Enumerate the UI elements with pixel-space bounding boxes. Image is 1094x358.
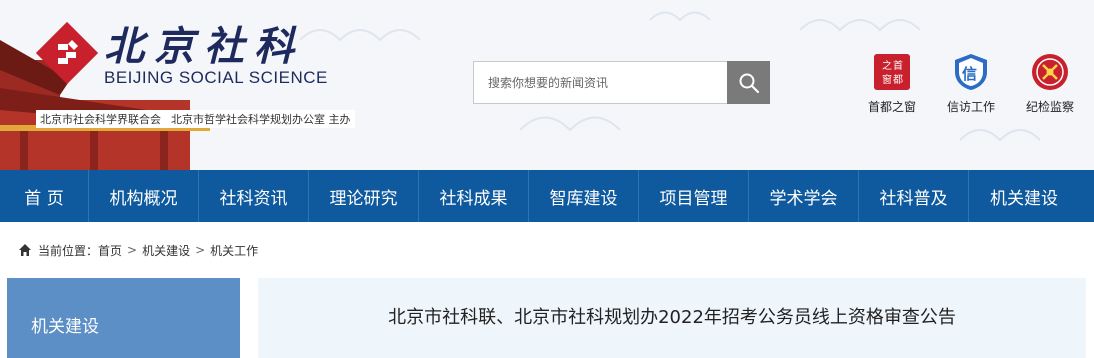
- svg-text:之: 之: [882, 59, 892, 72]
- host-org-planning-office: 北京市哲学社会科学规划办公室 主办: [171, 113, 351, 126]
- nav-item-institution[interactable]: 机构概况: [89, 170, 199, 222]
- search-input[interactable]: [473, 61, 727, 104]
- quick-link-label: 首都之窗: [867, 100, 916, 114]
- discipline-icon: [1032, 54, 1068, 90]
- petition-icon: 信: [955, 54, 987, 90]
- home-icon: [19, 244, 31, 256]
- search-button[interactable]: [727, 61, 770, 104]
- svg-text:信: 信: [962, 65, 977, 83]
- quick-link-capital-window[interactable]: 之 首 窗 都 首都之窗: [862, 52, 922, 115]
- article-panel: 北京市社科联、北京市社科规划办2022年招考公务员线上资格审查公告: [258, 278, 1086, 358]
- breadcrumb: 当前位置： 首页 > 机关建设 > 机关工作: [18, 240, 258, 260]
- breadcrumb-link-organ-work[interactable]: 机关工作: [210, 242, 258, 259]
- sidebar: 机关建设: [7, 278, 240, 358]
- capital-window-icon: 之 首 窗 都: [874, 54, 910, 90]
- main-navigation: 首 页 机构概况 社科资讯 理论研究 社科成果 智库建设 项目管理 学术学会 社…: [0, 170, 1094, 222]
- host-organizations: 北京市社会科学界联合会 北京市哲学社会科学规划办公室 主办: [36, 110, 355, 128]
- quick-link-label: 信访工作: [946, 100, 995, 114]
- site-logo-icon: [36, 22, 98, 84]
- nav-item-achievements[interactable]: 社科成果: [419, 170, 529, 222]
- nav-item-home[interactable]: 首 页: [0, 170, 89, 222]
- logo-english-wordmark: BEIJING SOCIAL SCIENCE: [104, 68, 328, 87]
- logo-chinese-wordmark: 北京社科: [104, 23, 304, 70]
- quick-link-label: 纪检监察: [1025, 100, 1074, 114]
- page: 北京社科 BEIJING SOCIAL SCIENCE 北京市社会科学界联合会 …: [0, 0, 1094, 358]
- sidebar-title: 机关建设: [31, 317, 99, 337]
- nav-item-theory[interactable]: 理论研究: [309, 170, 419, 222]
- nav-item-projects[interactable]: 项目管理: [639, 170, 749, 222]
- quick-link-petition[interactable]: 信 信访工作: [941, 52, 1001, 115]
- breadcrumb-link-organ-building[interactable]: 机关建设: [142, 242, 190, 259]
- svg-text:首: 首: [893, 59, 903, 72]
- article-title: 北京市社科联、北京市社科规划办2022年招考公务员线上资格审查公告: [388, 307, 956, 328]
- nav-item-think-tank[interactable]: 智库建设: [529, 170, 639, 222]
- chevron-right-icon: >: [195, 243, 206, 257]
- nav-item-organ-building[interactable]: 机关建设: [969, 170, 1079, 222]
- chevron-right-icon: >: [127, 243, 138, 257]
- svg-text:都: 都: [893, 74, 903, 86]
- nav-item-popularization[interactable]: 社科普及: [859, 170, 969, 222]
- svg-text:窗: 窗: [882, 73, 892, 86]
- breadcrumb-prefix: 当前位置：: [38, 243, 99, 258]
- nav-item-news[interactable]: 社科资讯: [199, 170, 309, 222]
- quick-link-discipline[interactable]: 纪检监察: [1020, 52, 1080, 115]
- search-bar: [473, 61, 770, 104]
- nav-item-academic[interactable]: 学术学会: [749, 170, 859, 222]
- host-org-federation: 北京市社会科学界联合会: [40, 113, 161, 126]
- search-icon: [739, 73, 759, 93]
- site-header: 北京社科 BEIJING SOCIAL SCIENCE 北京市社会科学界联合会 …: [0, 0, 1094, 170]
- breadcrumb-link-home[interactable]: 首页: [98, 242, 122, 259]
